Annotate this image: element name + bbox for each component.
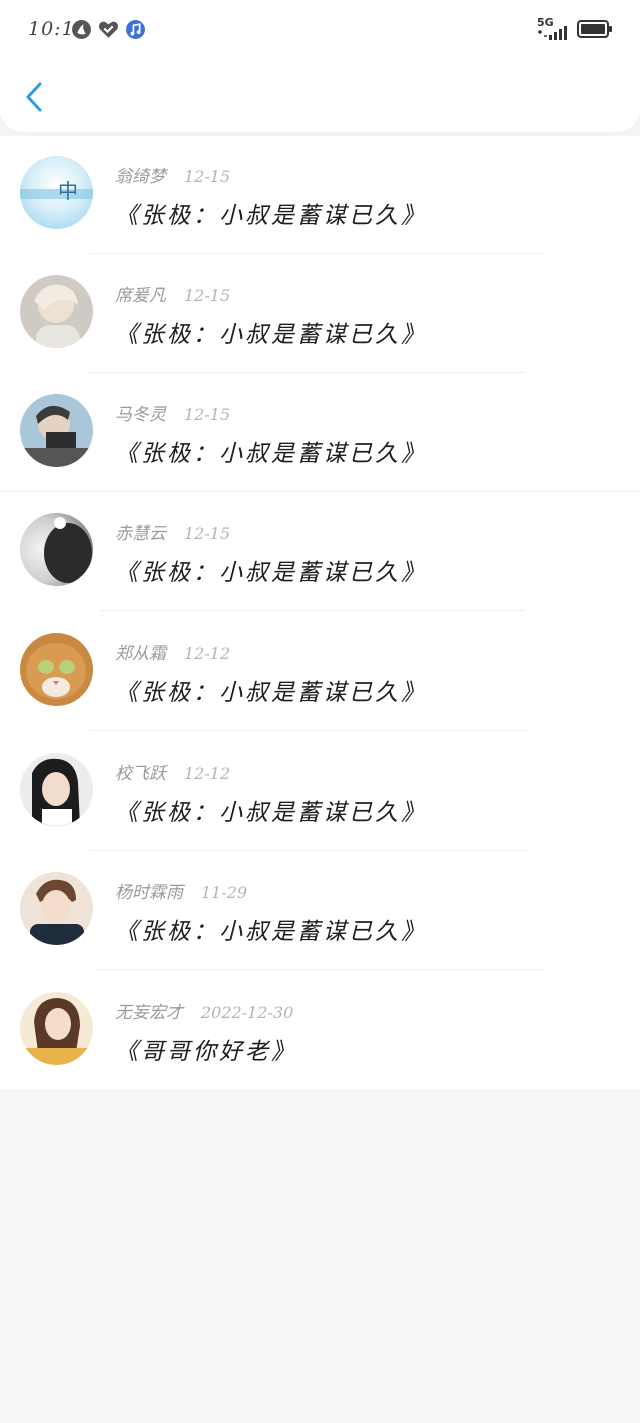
top-bar: 10:15 5G <box>0 0 640 132</box>
post-date: 2022-12-30 <box>201 1003 294 1022</box>
post-date: 12-15 <box>184 405 231 424</box>
author-name[interactable]: 校飞跃 <box>115 764 166 784</box>
book-title[interactable]: 《张极：小叔是蓄谋已久》 <box>115 912 427 946</box>
author-name[interactable]: 席爰凡 <box>115 286 166 306</box>
author-name[interactable]: 翁绮梦 <box>115 167 166 187</box>
list-item[interactable]: 郑从霜 12-12 《张极：小叔是蓄谋已久》 <box>0 613 640 733</box>
svg-text:中: 中 <box>58 179 78 203</box>
book-title[interactable]: 《张极：小叔是蓄谋已久》 <box>115 196 427 230</box>
avatar[interactable]: 中 <box>20 156 93 229</box>
book-title[interactable]: 《哥哥你好老》 <box>115 1032 297 1066</box>
chevron-left-icon <box>26 82 42 112</box>
divider <box>100 610 525 611</box>
gyroscope-icon <box>72 20 91 39</box>
book-title[interactable]: 《张极：小叔是蓄谋已久》 <box>115 793 427 827</box>
avatar[interactable] <box>20 394 93 467</box>
status-bar: 10:15 5G <box>0 0 640 60</box>
list-item[interactable]: 校飞跃 12-12 《张极：小叔是蓄谋已久》 <box>0 733 640 853</box>
avatar[interactable] <box>20 633 93 706</box>
divider <box>90 730 530 731</box>
signal-strength-icon <box>538 26 567 40</box>
list-item[interactable]: 赤慧云 12-15 《张极：小叔是蓄谋已久》 <box>0 493 640 613</box>
back-button[interactable] <box>20 78 50 118</box>
post-date: 12-12 <box>184 644 231 663</box>
author-name[interactable]: 赤慧云 <box>115 524 166 544</box>
post-date: 12-15 <box>184 167 231 186</box>
author-name[interactable]: 郑从霜 <box>115 644 166 664</box>
book-title[interactable]: 《张极：小叔是蓄谋已久》 <box>115 673 427 707</box>
list-item[interactable]: 马冬灵 12-15 《张极：小叔是蓄谋已久》 <box>0 374 640 494</box>
divider <box>95 969 545 970</box>
list-item[interactable]: 中 翁绮梦 12-15 《张极：小叔是蓄谋已久》 <box>0 136 640 256</box>
author-name[interactable]: 马冬灵 <box>115 405 166 425</box>
battery-icon <box>577 20 612 38</box>
author-name[interactable]: 杨时霖雨 <box>115 883 183 903</box>
music-note-icon <box>126 20 145 39</box>
post-date: 12-15 <box>184 286 231 305</box>
divider <box>0 491 640 492</box>
book-title[interactable]: 《张极：小叔是蓄谋已久》 <box>115 553 427 587</box>
avatar[interactable] <box>20 992 93 1065</box>
avatar[interactable] <box>20 753 93 826</box>
divider <box>90 253 545 254</box>
divider <box>90 850 530 851</box>
list-item[interactable]: 杨时霖雨 11-29 《张极：小叔是蓄谋已久》 <box>0 852 640 972</box>
avatar[interactable] <box>20 513 93 586</box>
author-name[interactable]: 无妄宏才 <box>115 1003 183 1023</box>
list-item[interactable]: 席爰凡 12-15 《张极：小叔是蓄谋已久》 <box>0 255 640 375</box>
post-date: 12-15 <box>184 524 231 543</box>
avatar[interactable] <box>20 275 93 348</box>
heart-badge-icon <box>99 21 118 38</box>
comment-list: 中 翁绮梦 12-15 《张极：小叔是蓄谋已久》 席爰凡 12-15 《张极：小叔是… <box>0 136 640 1089</box>
list-item[interactable]: 无妄宏才 2022-12-30 《哥哥你好老》 <box>0 972 640 1092</box>
divider <box>90 372 525 373</box>
book-title[interactable]: 《张极：小叔是蓄谋已久》 <box>115 315 427 349</box>
post-date: 11-29 <box>201 883 248 902</box>
avatar[interactable] <box>20 872 93 945</box>
book-title[interactable]: 《张极：小叔是蓄谋已久》 <box>115 434 427 468</box>
post-date: 12-12 <box>184 764 231 783</box>
